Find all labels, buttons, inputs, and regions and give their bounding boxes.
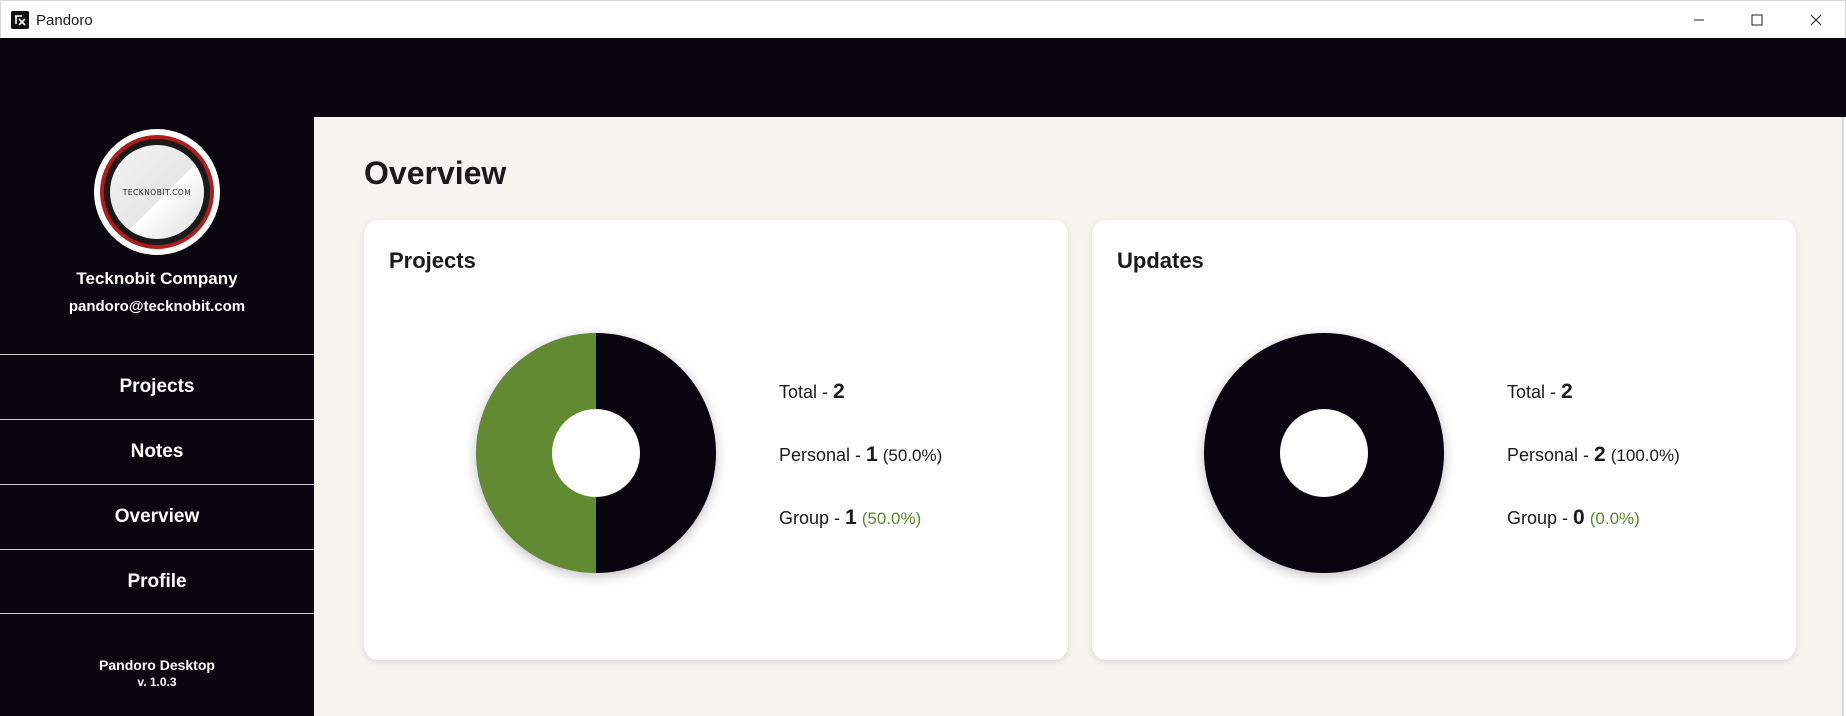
group-percent: (0.0%) (1589, 509, 1640, 528)
group-stat: Group - 0 (0.0%) (1507, 506, 1680, 569)
avatar-logo-text: TECKNOBIT.COM (122, 187, 192, 197)
personal-percent: (100.0%) (1610, 446, 1680, 465)
top-band (0, 38, 1846, 117)
projects-card: Projects Total - 2 Personal - 1 (50.0%) … (364, 220, 1068, 660)
title-bar: Pandoro (0, 0, 1846, 38)
close-button[interactable] (1787, 1, 1845, 39)
maximize-button[interactable] (1728, 1, 1786, 39)
card-title: Projects (389, 248, 476, 273)
app-version: v. 1.0.3 (137, 675, 177, 689)
total-label: Total - (779, 382, 834, 402)
updates-card: Updates Total - 2 Personal - 2 (100.0%) … (1092, 220, 1796, 660)
donut-hole (1280, 409, 1368, 497)
sidebar-item-projects[interactable]: Projects (0, 354, 314, 419)
total-label: Total - (1507, 382, 1562, 402)
group-label: Group - (1507, 508, 1574, 528)
maximize-icon (1751, 14, 1763, 26)
company-name: Tecknobit Company (76, 269, 238, 288)
page-title: Overview (364, 155, 507, 191)
app-icon (11, 11, 29, 29)
group-label: Group - (779, 508, 846, 528)
updates-stats: Total - 2 Personal - 2 (100.0%) Group - … (1507, 380, 1680, 569)
group-value: 1 (845, 506, 857, 529)
personal-label: Personal - (779, 445, 867, 465)
card-title: Updates (1117, 248, 1204, 273)
sidebar-item-overview[interactable]: Overview (0, 484, 314, 549)
donut-hole (552, 409, 640, 497)
avatar[interactable]: TECKNOBIT.COM (94, 129, 220, 255)
minimize-icon (1694, 19, 1704, 21)
app-name: Pandoro Desktop (99, 657, 215, 673)
total-value: 2 (833, 380, 845, 403)
minimize-button[interactable] (1670, 1, 1728, 39)
personal-value: 1 (866, 443, 878, 466)
personal-value: 2 (1594, 443, 1606, 466)
main-content: Overview Projects Total - 2 Personal - 1… (314, 117, 1844, 716)
sidebar-item-notes[interactable]: Notes (0, 419, 314, 484)
total-stat: Total - 2 (779, 380, 942, 443)
company-email: pandoro@tecknobit.com (68, 298, 246, 315)
close-icon (1810, 14, 1822, 26)
window-title: Pandoro (36, 12, 93, 29)
personal-stat: Personal - 2 (100.0%) (1507, 443, 1680, 506)
group-value: 0 (1573, 506, 1585, 529)
personal-percent: (50.0%) (882, 446, 943, 465)
sidebar-item-profile[interactable]: Profile (0, 549, 314, 614)
total-stat: Total - 2 (1507, 380, 1680, 443)
total-value: 2 (1561, 380, 1573, 403)
sidebar: TECKNOBIT.COM Tecknobit Company pandoro@… (0, 117, 314, 716)
personal-stat: Personal - 1 (50.0%) (779, 443, 942, 506)
sidebar-nav: Projects Notes Overview Profile (0, 354, 314, 614)
group-stat: Group - 1 (50.0%) (779, 506, 942, 569)
projects-donut-chart (476, 333, 716, 573)
group-percent: (50.0%) (861, 509, 922, 528)
updates-donut-chart (1204, 333, 1444, 573)
personal-label: Personal - (1507, 445, 1595, 465)
projects-stats: Total - 2 Personal - 1 (50.0%) Group - 1… (779, 380, 942, 569)
